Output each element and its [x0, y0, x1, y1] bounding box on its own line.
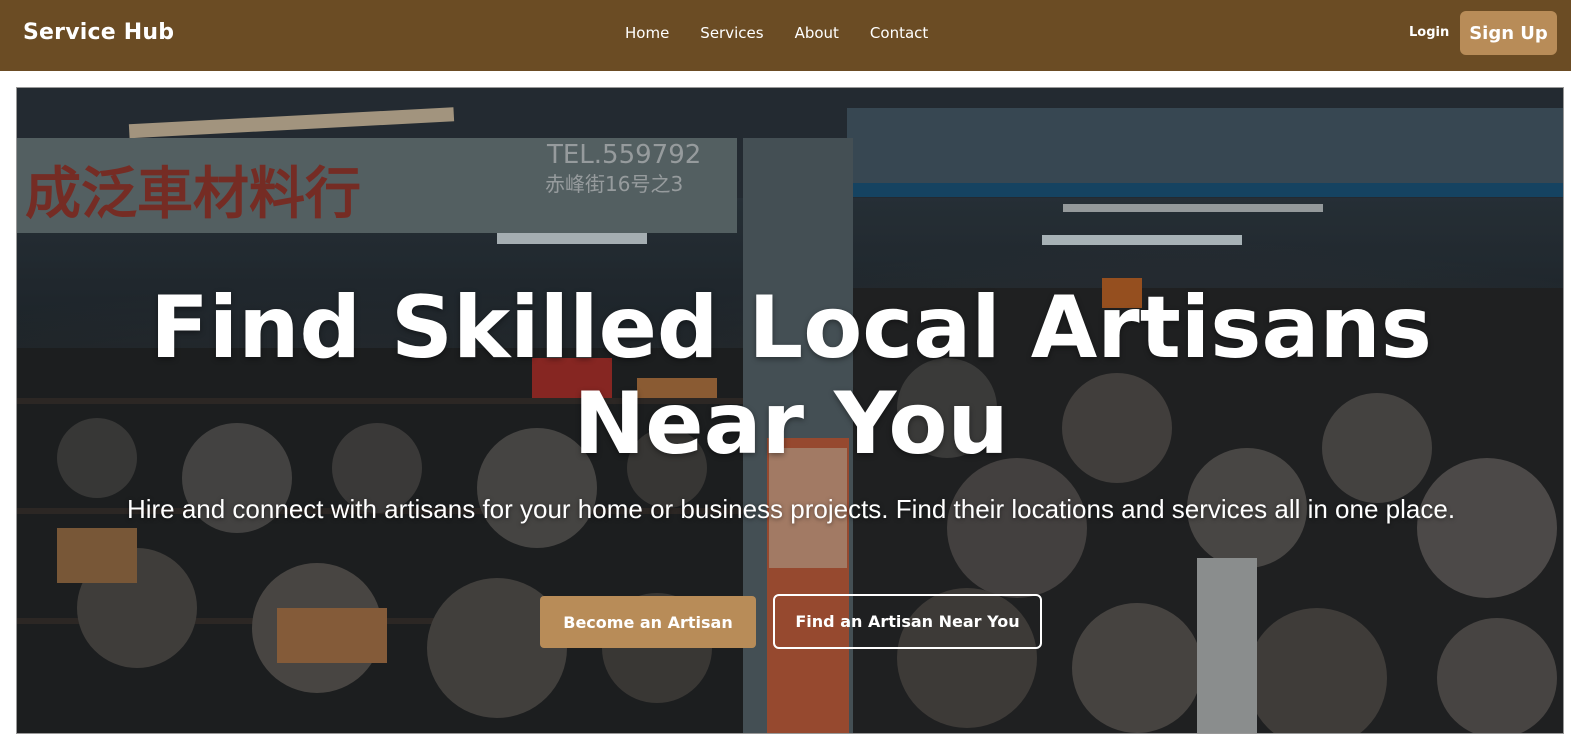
- signup-button[interactable]: Sign Up: [1460, 11, 1557, 55]
- hero-title: Find Skilled Local Artisans Near You: [150, 278, 1432, 474]
- become-artisan-button[interactable]: Become an Artisan: [540, 596, 756, 648]
- main-nav: Home Services About Contact: [625, 24, 928, 42]
- top-navbar: Service Hub Home Services About Contact …: [0, 0, 1571, 71]
- nav-link-home[interactable]: Home: [625, 24, 669, 42]
- hero-content: Find Skilled Local Artisans Near You Hir…: [17, 88, 1563, 733]
- find-artisan-button[interactable]: Find an Artisan Near You: [773, 594, 1042, 649]
- nav-link-contact[interactable]: Contact: [870, 24, 928, 42]
- nav-link-about[interactable]: About: [795, 24, 839, 42]
- hero-subtitle: Hire and connect with artisans for your …: [126, 494, 1456, 524]
- brand-logo[interactable]: Service Hub: [23, 20, 174, 45]
- hero-section: 成泛車材料行 TEL.559792 赤峰街16号之3 Find Skilled …: [16, 87, 1564, 734]
- login-link[interactable]: Login: [1409, 25, 1449, 40]
- nav-link-services[interactable]: Services: [700, 24, 763, 42]
